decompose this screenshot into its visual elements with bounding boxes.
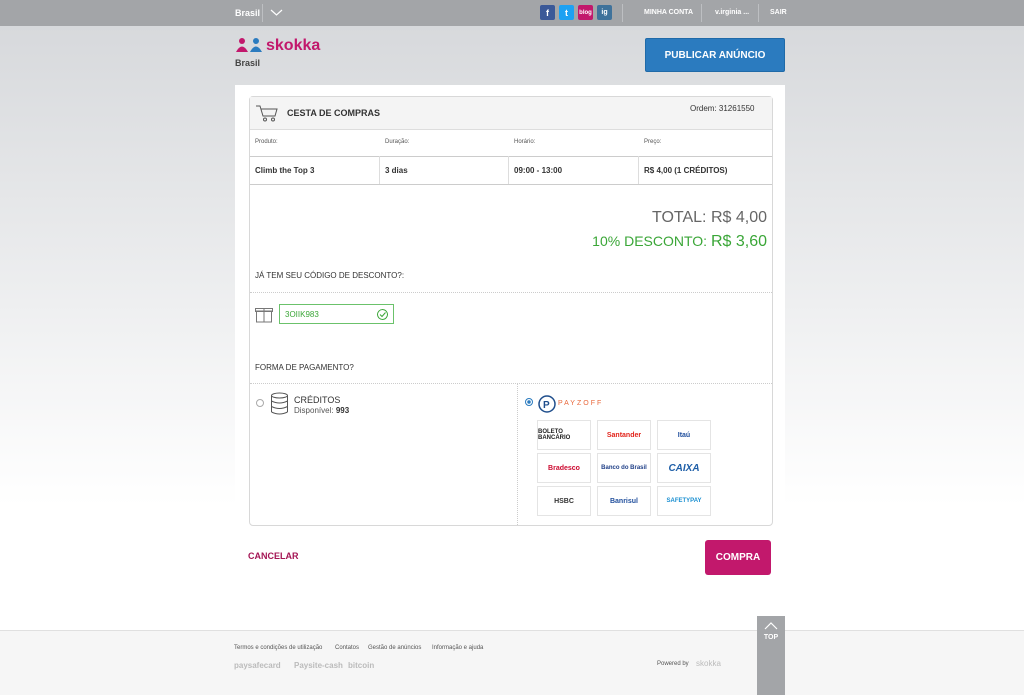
bank-banco-do-brasil[interactable]: Banco do Brasil <box>597 453 651 483</box>
payment-question: FORMA DE PAGAMENTO? <box>255 363 354 372</box>
footer-link-terms[interactable]: Termos e condições de utilização <box>234 645 322 651</box>
bank-itau[interactable]: Itaú <box>657 420 711 450</box>
cart-title: CESTA DE COMPRAS <box>287 108 381 118</box>
divider <box>262 4 263 22</box>
column-header-product: Produto: <box>255 139 278 145</box>
discount-code-value: 3OIIK983 <box>285 310 319 319</box>
cell-product: Climb the Top 3 <box>255 166 315 175</box>
payzoff-logo-icon: P <box>538 395 556 413</box>
divider <box>250 383 772 384</box>
discount-amount: 10% DESCONTO: R$ 3,60 <box>592 233 767 250</box>
paysafecard-logo: paysafecard <box>234 661 281 670</box>
instagram-icon[interactable]: ig <box>597 5 612 20</box>
column-header-duration: Duração: <box>385 139 410 145</box>
footer-link-help[interactable]: Informação e ajuda <box>432 645 483 651</box>
divider <box>638 156 639 184</box>
discount-code-input[interactable]: 3OIIK983 <box>279 304 394 324</box>
payzoff-brand: PAYZOFF <box>558 400 604 407</box>
divider <box>622 4 623 22</box>
divider <box>379 156 380 184</box>
back-to-top-label: TOP <box>763 634 779 641</box>
discount-code-question: JÁ TEM SEU CÓDIGO DE DESCONTO?: <box>255 271 405 280</box>
coins-icon <box>271 392 288 415</box>
payzoff-radio[interactable] <box>525 398 533 406</box>
divider <box>250 156 772 157</box>
logo-text[interactable]: skokka <box>266 37 320 55</box>
cell-time: 09:00 - 13:00 <box>514 166 563 175</box>
user-menu-link[interactable]: v.irginia ... <box>715 9 749 16</box>
bank-safetypay[interactable]: SAFETYPAY <box>657 486 711 516</box>
cancel-button[interactable]: CANCELAR <box>248 551 299 561</box>
total-amount: TOTAL: R$ 4,00 <box>651 209 767 226</box>
skokka-logo-icon[interactable] <box>235 37 265 53</box>
powered-by-brand: skokka <box>696 659 721 668</box>
divider <box>758 4 759 22</box>
publish-ad-button[interactable]: PUBLICAR ANÚNCIO <box>645 38 785 72</box>
footer-link-ads[interactable]: Gestão de anúncios <box>368 645 421 651</box>
bitcoin-logo: bitcoin <box>348 661 375 670</box>
cell-price: R$ 4,00 (1 CRÉDITOS) <box>644 166 728 175</box>
blog-icon[interactable]: blog <box>578 5 593 20</box>
credits-label: CRÉDITOS <box>294 395 341 405</box>
powered-by-label: Powered by <box>657 661 689 667</box>
divider <box>250 292 772 293</box>
bank-boleto[interactable]: BOLETO BANCÁRIO <box>537 420 591 450</box>
order-number: Ordem: 31261550 <box>690 104 755 113</box>
bank-banrisul[interactable]: Banrisul <box>597 486 651 516</box>
paysite-cash-logo: Paysite-cash <box>294 661 343 670</box>
twitter-icon[interactable]: t <box>559 5 574 20</box>
credits-available: Disponível: 993 <box>294 406 350 415</box>
logout-link[interactable]: SAIR <box>770 9 787 16</box>
bank-bradesco[interactable]: Bradesco <box>537 453 591 483</box>
divider <box>517 384 518 525</box>
check-icon <box>377 309 388 320</box>
gift-icon <box>255 308 273 323</box>
divider <box>250 184 772 185</box>
bank-caixa[interactable]: CAIXA <box>657 453 711 483</box>
back-to-top-button[interactable]: TOP <box>757 616 785 695</box>
logo-country: Brasil <box>235 58 261 68</box>
footer-link-contacts[interactable]: Contatos <box>335 645 359 651</box>
column-header-price: Preço: <box>644 139 662 145</box>
chevron-up-icon <box>764 622 778 630</box>
cart-icon <box>256 105 278 122</box>
divider <box>701 4 702 22</box>
my-account-link[interactable]: MINHA CONTA <box>644 9 693 16</box>
buy-button[interactable]: COMPRA <box>705 540 771 575</box>
column-header-time: Horário: <box>514 139 536 145</box>
footer <box>0 630 1024 695</box>
svg-text:P: P <box>543 400 550 411</box>
cell-duration: 3 dias <box>385 166 408 175</box>
bank-santander[interactable]: Santander <box>597 420 651 450</box>
divider <box>508 156 509 184</box>
top-bar <box>0 0 1024 26</box>
chevron-down-icon[interactable] <box>270 8 283 17</box>
facebook-icon[interactable]: f <box>540 5 555 20</box>
country-selector-label[interactable]: Brasil <box>235 8 260 18</box>
credits-radio[interactable] <box>256 399 264 407</box>
bank-hsbc[interactable]: HSBC <box>537 486 591 516</box>
